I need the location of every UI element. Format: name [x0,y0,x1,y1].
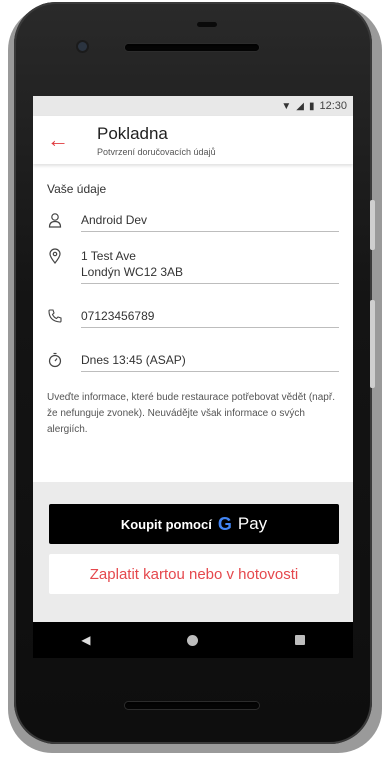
page-title: Pokladna [97,124,168,143]
instructions-hint: Uveďte informace, které bude restaurace … [47,392,335,435]
phone-icon [47,308,81,328]
time-value[interactable]: Dnes 13:45 (ASAP) [81,352,339,372]
back-arrow-icon[interactable]: ← [47,129,69,151]
sensor [197,22,217,27]
address-field[interactable]: 1 Test Ave Londýn WC12 3AB [47,248,339,284]
status-time: 12:30 [319,100,347,112]
phone-field[interactable]: 07123456789 [47,308,339,328]
front-camera [78,42,87,51]
bottom-speaker [125,702,259,709]
app-bar: ← Pokladna Potvrzení doručovacích údajů [33,116,353,164]
navigation-bar: ◀ [33,622,353,658]
signal-icon: ◢ [296,100,304,112]
nav-home-icon[interactable] [187,634,199,646]
phone-value[interactable]: 07123456789 [81,308,339,328]
address-line1: 1 Test Ave [81,249,136,263]
wifi-icon: ▼ [281,100,292,112]
google-pay-button[interactable]: Koupit pomocí G Pay [49,504,339,544]
payment-footer: Koupit pomocí G Pay Zaplatit kartou nebo… [33,482,353,622]
details-form: Vaše údaje Android Dev 1 Test Ave Londýn… [33,182,353,438]
card-or-cash-button[interactable]: Zaplatit kartou nebo v hotovosti [49,554,339,594]
nav-back-icon[interactable]: ◀ [81,633,90,647]
power-button [370,200,375,250]
top-speaker [125,44,259,51]
name-field[interactable]: Android Dev [47,212,339,232]
google-g-icon: G [217,513,232,534]
google-pay-label: Koupit pomocí [120,516,212,532]
address-line2: Londýn WC12 3AB [81,265,184,279]
address-value[interactable]: 1 Test Ave Londýn WC12 3AB [81,248,339,284]
battery-icon: ▮ [308,100,315,112]
time-field[interactable]: Dnes 13:45 (ASAP) [47,352,339,372]
pay-label: Pay [237,514,268,533]
section-title: Vaše údaje [47,182,107,196]
nav-recents-icon[interactable] [294,635,305,645]
volume-button [370,300,375,388]
name-value[interactable]: Android Dev [81,212,339,232]
stopwatch-icon [47,352,81,372]
page-subtitle: Potvrzení doručovacích údajů [97,147,216,157]
status-bar: ▼ ◢ ▮ 12:30 [33,96,353,116]
location-pin-icon [47,248,81,284]
screen: ▼ ◢ ▮ 12:30 ← Pokladna Potvrzení doručov… [33,96,353,658]
person-icon [47,212,81,232]
